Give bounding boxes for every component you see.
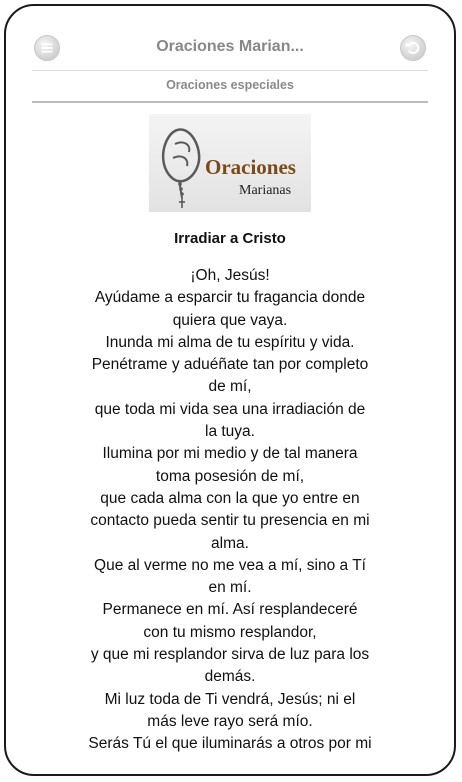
prayer-content[interactable]: Oraciones Marianas Irradiar a Cristo ¡Oh… <box>6 114 454 774</box>
menu-button[interactable] <box>34 35 60 61</box>
prayer-line: Penétrame y aduéñate tan por completo <box>91 356 369 374</box>
page-title: Oraciones Marian... <box>156 38 304 55</box>
app-logo: Oraciones Marianas <box>149 114 311 212</box>
prayer-line: ¡Oh, Jesús! <box>190 267 270 284</box>
header-bar: Oraciones Marian... <box>6 6 454 68</box>
menu-icon <box>41 43 53 53</box>
rosary-logo-icon: Oraciones Marianas <box>162 128 296 208</box>
prayer-text: ¡Oh, Jesús! Ayúdame a esparcir tu fragan… <box>65 265 395 756</box>
logo-line1: Oraciones <box>205 155 296 179</box>
prayer-line: y que mi resplandor sirva de luz para lo… <box>90 646 370 664</box>
prayer-line: Ilumina por mi medio y de tal manera <box>102 445 358 463</box>
prayer-line: Permanece en mí. Así resplandeceré <box>102 601 358 619</box>
prayer-line: con tu mismo resplandor, <box>143 623 317 641</box>
prayer-line: quiera que vaya. <box>172 311 288 329</box>
prayer-line: en mí. <box>208 579 252 597</box>
back-button[interactable] <box>400 35 426 61</box>
prayer-line: toma posesión de mí, <box>155 467 305 485</box>
section-subtitle: Oraciones especiales <box>166 78 294 92</box>
subtitle-divider <box>32 101 428 103</box>
back-icon <box>405 42 420 54</box>
prayer-line: Ayúdame a esparcir tu fragancia donde <box>94 289 366 307</box>
prayer-line: Que al verme no me vea a mí, sino a Tí <box>94 556 366 574</box>
prayer-line: contacto pueda sentir tu presencia en mi <box>90 512 370 530</box>
prayer-line: Inunda mi alma de tu espíritu y vida. <box>105 333 355 351</box>
device-frame: Oraciones Marian... Oraciones especiales… <box>4 4 456 776</box>
prayer-title: Irradiar a Cristo <box>174 230 286 247</box>
prayer-line: que cada alma con la que yo entre en <box>100 489 360 507</box>
header-divider <box>32 70 428 71</box>
prayer-line: alma. <box>211 534 249 552</box>
prayer-line: Mi luz toda de Ti vendrá, Jesús; ni el <box>104 690 356 708</box>
prayer-line: de mí, <box>208 378 252 396</box>
logo-line2: Marianas <box>239 183 291 198</box>
prayer-line: demás. <box>204 668 256 686</box>
prayer-line: más leve rayo será mío. <box>147 712 313 730</box>
prayer-line: Serás Tú el que iluminarás a otros por m… <box>88 735 372 753</box>
prayer-line: que toda mi vida sea una irradiación de <box>94 400 366 418</box>
prayer-line: la tuya. <box>205 423 255 441</box>
